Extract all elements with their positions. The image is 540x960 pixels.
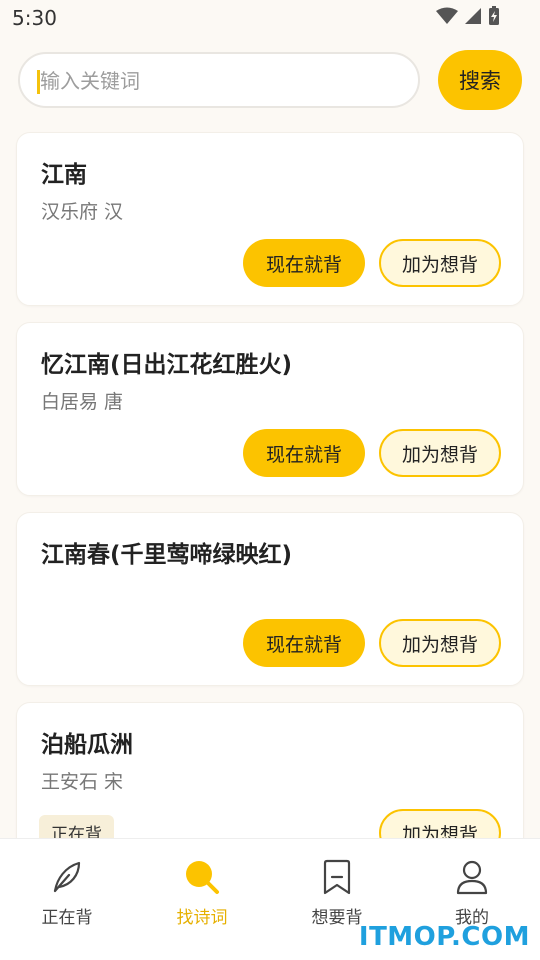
poem-card[interactable]: 江南春(千里莺啼绿映红) 现在就背 加为想背 (16, 512, 524, 686)
battery-icon (489, 6, 499, 25)
status-time: 5:30 (12, 6, 57, 30)
poem-card[interactable]: 忆江南(日出江花红胜火) 白居易 唐 现在就背 加为想背 (16, 322, 524, 496)
person-icon (456, 860, 488, 895)
search-box[interactable] (18, 52, 420, 108)
poem-card[interactable]: 江南 汉乐府 汉 现在就背 加为想背 (16, 132, 524, 306)
poem-title: 江南春(千里莺啼绿映红) (41, 542, 293, 568)
nav-label: 正在背 (41, 908, 93, 928)
nav-item-reciting[interactable]: 正在背 (17, 857, 117, 937)
poem-title: 泊船瓜洲 (41, 732, 133, 758)
search-button[interactable]: 搜索 (438, 50, 522, 110)
search-row: 搜索 (18, 50, 522, 112)
search-icon (186, 861, 219, 894)
recite-now-button[interactable]: 现在就背 (243, 239, 365, 287)
nav-label: 找诗词 (176, 908, 228, 928)
recite-now-button[interactable]: 现在就背 (243, 429, 365, 477)
nav-item-find-poems[interactable]: 找诗词 (152, 857, 252, 937)
bottom-nav: 正在背 找诗词 想要背 我的 ITMOP.COM (0, 838, 540, 960)
add-to-wishlist-button[interactable]: 加为想背 (379, 619, 501, 667)
poem-author: 白居易 唐 (41, 391, 124, 413)
poem-author: 王安石 宋 (41, 771, 124, 793)
watermark: ITMOP.COM (358, 922, 530, 952)
bookmark-icon (323, 859, 351, 895)
poem-title: 忆江南(日出江花红胜火) (41, 352, 293, 378)
status-icons (436, 6, 500, 26)
feather-icon (53, 861, 81, 893)
search-input[interactable] (38, 54, 412, 108)
add-to-wishlist-button[interactable]: 加为想背 (379, 429, 501, 477)
add-to-wishlist-button[interactable]: 加为想背 (379, 239, 501, 287)
poem-author: 汉乐府 汉 (41, 201, 124, 223)
recite-now-button[interactable]: 现在就背 (243, 619, 365, 667)
status-bar: 5:30 (0, 0, 540, 36)
signal-icon (465, 8, 481, 24)
poem-title: 江南 (41, 162, 87, 188)
wifi-icon (436, 7, 458, 24)
